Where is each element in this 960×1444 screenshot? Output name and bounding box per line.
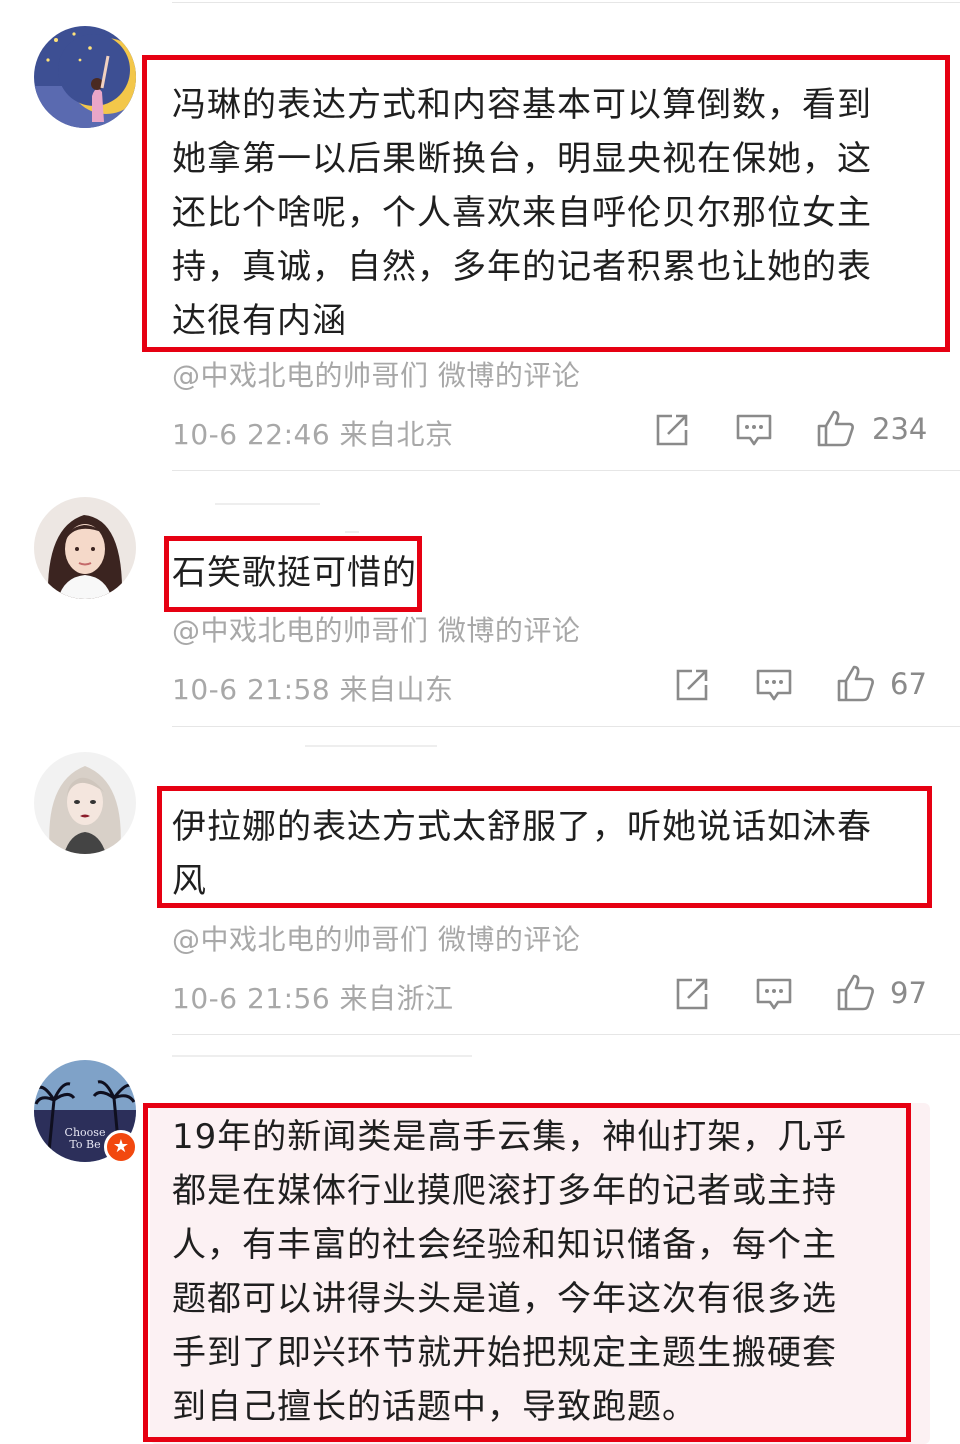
user-avatar[interactable] <box>34 26 136 128</box>
username-placeholder <box>305 745 437 747</box>
share-icon[interactable] <box>672 665 712 705</box>
share-icon[interactable] <box>672 974 712 1014</box>
share-icon[interactable] <box>652 410 692 450</box>
top-divider <box>172 2 960 3</box>
comment-icon[interactable] <box>734 410 774 450</box>
comment-source-link[interactable]: @中戏北电的帅哥们 微博的评论 <box>172 354 580 394</box>
username-placeholder <box>215 503 320 505</box>
like-count: 67 <box>890 667 927 701</box>
timestamp-location: 10-6 21:58 来自山东 <box>172 673 454 706</box>
comment-source-link[interactable]: @中戏北电的帅哥们 微博的评论 <box>172 609 580 649</box>
svg-text:To Be: To Be <box>69 1138 100 1151</box>
timestamp-location: 10-6 22:46 来自北京 <box>172 418 454 451</box>
like-icon[interactable] <box>816 408 856 448</box>
highlight-box <box>157 786 932 908</box>
user-avatar[interactable] <box>34 497 136 599</box>
highlight-box <box>164 536 422 612</box>
username-placeholder <box>172 1055 472 1057</box>
username-placeholder <box>345 531 359 533</box>
comment-source-link[interactable]: @中戏北电的帅哥们 微博的评论 <box>172 918 580 958</box>
highlight-box <box>142 55 950 352</box>
highlight-box <box>143 1103 911 1442</box>
vip-star-badge-icon: ★ <box>104 1130 138 1164</box>
woman-portrait-avatar-icon <box>34 497 136 599</box>
comment-divider <box>172 470 960 471</box>
like-count: 234 <box>872 412 928 446</box>
moon-girl-avatar-icon <box>34 26 136 128</box>
comment-divider <box>172 726 960 727</box>
like-count: 97 <box>890 976 927 1010</box>
comment-icon[interactable] <box>754 974 794 1014</box>
illustrated-girl-avatar-icon <box>34 752 136 854</box>
user-avatar[interactable] <box>34 752 136 854</box>
like-icon[interactable] <box>836 972 876 1012</box>
comment-divider <box>172 1034 960 1035</box>
comment-icon[interactable] <box>754 665 794 705</box>
like-icon[interactable] <box>836 663 876 703</box>
timestamp-location: 10-6 21:56 来自浙江 <box>172 982 454 1015</box>
